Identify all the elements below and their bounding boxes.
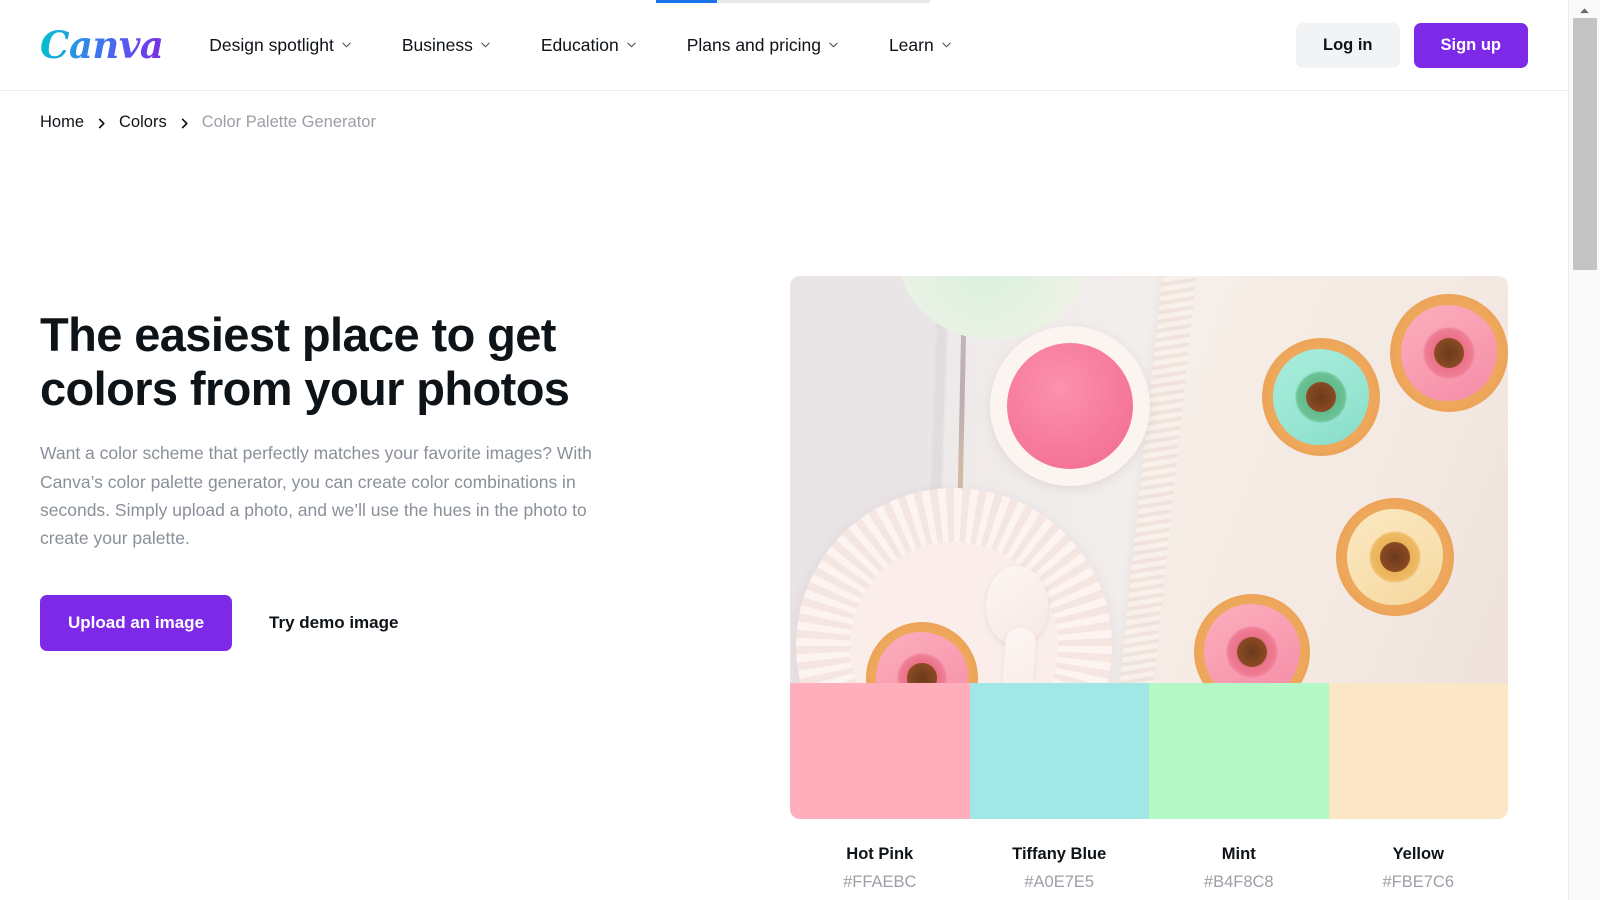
site-header: Canva Design spotlight Business Educatio… <box>0 0 1568 91</box>
breadcrumb-item-current: Color Palette Generator <box>201 113 376 131</box>
vertical-scrollbar[interactable] <box>1568 0 1600 900</box>
canva-logo[interactable]: Canva <box>40 26 164 64</box>
palette-color-hex[interactable]: #A0E7E5 <box>970 873 1150 892</box>
palette-label-item: Yellow #FBE7C6 <box>1329 845 1509 892</box>
palette-color-hex[interactable]: #B4F8C8 <box>1149 873 1329 892</box>
palette-label-item: Tiffany Blue #A0E7E5 <box>970 845 1150 892</box>
photo-donut-mint <box>1262 338 1380 456</box>
chevron-down-icon <box>626 39 637 50</box>
chevron-right-icon <box>97 116 106 129</box>
auth-actions: Log in Sign up <box>1296 22 1528 68</box>
main-content: The easiest place to get colors from you… <box>0 132 1568 892</box>
hero-cta-row: Upload an image Try demo image <box>40 594 790 651</box>
palette-swatch[interactable] <box>1328 683 1508 819</box>
page-loading-bar-fill <box>656 0 717 3</box>
palette-swatch[interactable] <box>1149 683 1329 819</box>
breadcrumb: Home Colors Color Palette Generator <box>0 91 1568 132</box>
hero-text-column: The easiest place to get colors from you… <box>40 132 790 892</box>
breadcrumb-item-home[interactable]: Home <box>40 113 84 132</box>
nav-item-learn[interactable]: Learn <box>864 25 977 66</box>
nav-item-label: Plans and pricing <box>686 34 821 55</box>
palette-color-hex[interactable]: #FFAEBC <box>790 873 970 892</box>
nav-item-business[interactable]: Business <box>377 25 516 66</box>
page-loading-bar <box>656 0 930 3</box>
preview-column: Hot Pink #FFAEBC Tiffany Blue #A0E7E5 Mi… <box>790 132 1528 892</box>
nav-item-label: Education <box>540 34 619 55</box>
photo-donut-pink-top <box>1390 294 1508 412</box>
nav-item-plans-and-pricing[interactable]: Plans and pricing <box>662 25 864 66</box>
palette-color-hex[interactable]: #FBE7C6 <box>1329 873 1509 892</box>
chevron-down-icon <box>941 39 952 50</box>
palette-color-name: Yellow <box>1392 845 1444 863</box>
nav-item-label: Learn <box>888 34 934 55</box>
chevron-down-icon <box>341 39 352 50</box>
breadcrumb-item-colors[interactable]: Colors <box>119 113 167 132</box>
donut-hole <box>907 663 937 684</box>
upload-an-image-button[interactable]: Upload an image <box>40 594 233 651</box>
palette-label-item: Hot Pink #FFAEBC <box>790 845 970 892</box>
palette-labels: Hot Pink #FFAEBC Tiffany Blue #A0E7E5 Mi… <box>790 819 1508 892</box>
palette-swatch[interactable] <box>969 683 1149 819</box>
photo-pink-icing <box>1007 343 1133 469</box>
signup-button[interactable]: Sign up <box>1413 22 1528 68</box>
palette-color-name: Hot Pink <box>846 845 914 863</box>
palette-color-name: Tiffany Blue <box>1012 845 1107 863</box>
page-title: The easiest place to get colors from you… <box>40 308 570 415</box>
main-navigation: Design spotlight Business Education Plan… <box>209 25 1296 66</box>
nav-item-label: Design spotlight <box>209 34 334 55</box>
donut-hole <box>1236 636 1268 668</box>
photo-donut-yellow <box>1336 498 1454 616</box>
palette-swatch[interactable] <box>790 683 970 819</box>
palette-color-name: Mint <box>1221 845 1256 863</box>
uploaded-photo[interactable] <box>790 276 1508 684</box>
scrollbar-thumb[interactable] <box>1573 18 1597 270</box>
scroll-up-arrow-icon[interactable] <box>1569 3 1600 17</box>
image-preview-card[interactable] <box>790 276 1508 819</box>
palette-swatch-strip <box>790 683 1508 819</box>
login-button[interactable]: Log in <box>1296 22 1400 68</box>
chevron-right-icon <box>180 116 189 129</box>
chevron-down-icon <box>828 39 839 50</box>
hero-description: Want a color scheme that perfectly match… <box>40 443 592 549</box>
nav-item-design-spotlight[interactable]: Design spotlight <box>209 25 377 66</box>
try-demo-image-button[interactable]: Try demo image <box>265 595 402 651</box>
chevron-down-icon <box>480 39 491 50</box>
nav-item-label: Business <box>401 34 473 55</box>
page-root: Canva Design spotlight Business Educatio… <box>0 0 1568 900</box>
palette-label-item: Mint #B4F8C8 <box>1149 845 1329 892</box>
nav-item-education[interactable]: Education <box>516 25 662 66</box>
